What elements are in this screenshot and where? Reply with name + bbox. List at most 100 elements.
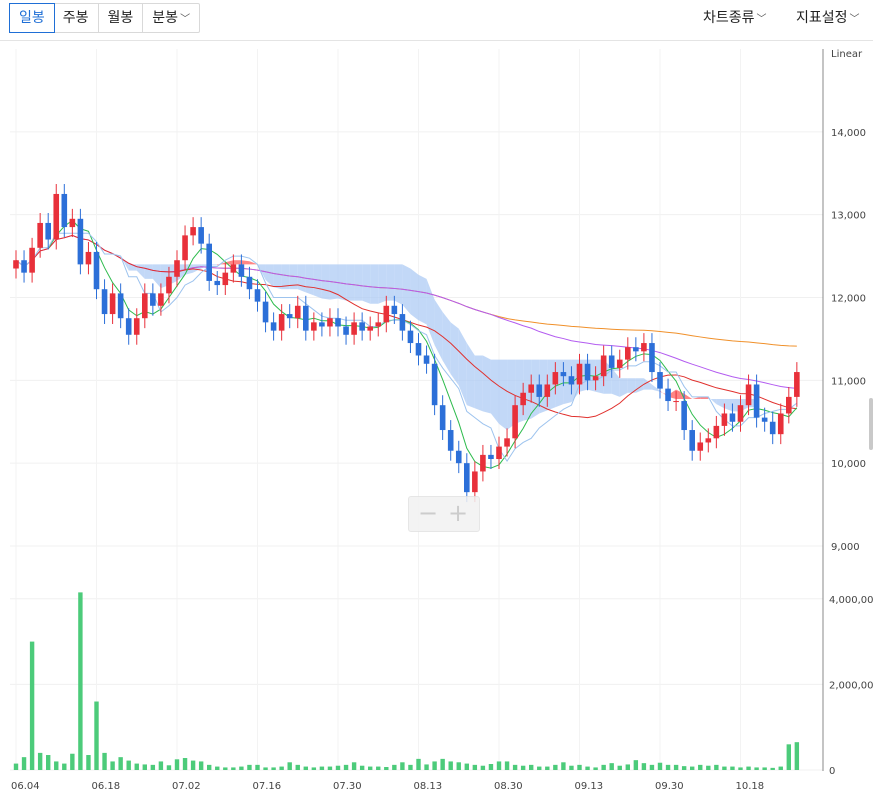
cloud-down-segment [499,359,508,431]
price-tick-label: 14,000 [831,128,866,139]
candle-down [206,243,212,281]
candle-down [447,430,454,451]
volume-bar [392,764,397,770]
candle-down [286,314,293,319]
volume-bar [198,761,204,770]
candle-up [600,355,607,377]
tab-minute[interactable]: 분봉 ﹀ [143,4,199,32]
volume-bar [102,752,107,770]
candle-down [681,401,687,431]
volume-bar [29,641,35,770]
candle-up [158,293,164,306]
zoom-in-button[interactable]: + [445,501,471,527]
scale-label: Linear [831,49,863,60]
chart-grid [10,49,823,771]
volume-bar [359,765,365,770]
volume-bar [577,764,582,770]
candle-up [327,318,333,327]
tab-weekly[interactable]: 주봉 [54,4,99,32]
volume-bar [78,592,83,770]
candle-up [705,438,712,443]
indicator-menu[interactable]: 지표설정 ﹀ [796,7,860,27]
volume-bar [424,764,429,770]
volume-bar [529,764,534,770]
volume-bar [585,766,590,770]
tab-minute-label: 분봉 [152,10,179,26]
candle-up [37,222,43,248]
tab-monthly[interactable]: 월봉 [99,4,144,32]
candle-up [512,405,518,439]
tab-daily-label: 일봉 [19,10,45,26]
price-tick-label: 12,000 [831,294,866,305]
cloud-down-segment [724,398,733,412]
volume-bar [335,765,341,770]
chart-type-menu[interactable]: 차트종류 ﹀ [703,7,767,27]
date-tick-label: 07.02 [172,781,201,792]
volume-bar [62,763,67,770]
volume-bar [311,767,317,770]
volume-bar [376,766,381,770]
candlesticks [13,184,800,503]
volume-bar [657,762,663,770]
date-tick-label: 07.16 [253,781,282,792]
tab-daily[interactable]: 일봉 [9,3,55,33]
volume-bar [794,742,800,770]
volume-bar [142,764,147,770]
tab-weekly-label: 주봉 [62,10,89,26]
volume-bar [223,767,228,770]
cloud-down-segment [346,264,355,301]
date-tick-label: 09.13 [575,781,604,792]
volume-bar [416,758,421,770]
period-tab-group: 일봉 주봉 월봉 분봉 ﹀ [9,3,201,33]
cloud-up-segment [676,389,685,399]
volume-tick-label: 2,000,000 [829,680,873,691]
volume-bar [472,764,478,770]
stock-chart[interactable]: Linear 9,000 10,000 11,000 12,000 13,000 14,0… [0,41,873,802]
volume-bar [512,764,518,770]
volume-bar [271,767,276,770]
candle-up [182,235,188,261]
candle-down [303,305,309,331]
candle-down [439,405,446,431]
date-tick-label: 06.04 [11,781,40,792]
volume-bar [714,764,719,770]
cloud-down-segment [144,264,153,279]
volume-bar [21,757,27,770]
cloud-down-segment [321,264,330,300]
candle-up [713,425,720,439]
volume-bar [231,767,236,770]
candle-up [496,446,502,460]
candle-down [560,372,567,377]
candle-up [520,392,526,406]
volume-bar [770,767,775,770]
candle-down [633,347,639,352]
volume-bar [625,764,630,770]
tab-monthly-label: 월봉 [107,10,134,26]
volume-bar [174,759,180,770]
candle-down [77,218,84,265]
candle-down [150,293,156,306]
volume-bar [456,762,461,770]
candle-up [142,293,148,319]
candle-down [343,326,349,335]
volume-bar [255,764,260,770]
cloud-down-segment [152,264,161,289]
candle-down [391,305,398,315]
cloud-down-segment [313,264,322,299]
cloud-down-segment [378,264,387,304]
candle-up [697,442,704,451]
candle-down [45,222,51,240]
cloud-down-segment [450,322,459,386]
volume-bar [13,763,19,770]
zoom-control: − + [408,496,480,532]
candle-down [431,363,438,406]
volume-bar [247,764,252,770]
volume-bar [86,755,91,770]
zoom-out-button[interactable]: − [415,501,441,527]
volume-bar [601,764,606,770]
ma60-line [15,234,797,389]
indicator-lines [15,219,798,469]
scrollbar-handle[interactable] [869,398,873,450]
volume-bar [448,761,453,770]
volume-bar [738,767,743,770]
